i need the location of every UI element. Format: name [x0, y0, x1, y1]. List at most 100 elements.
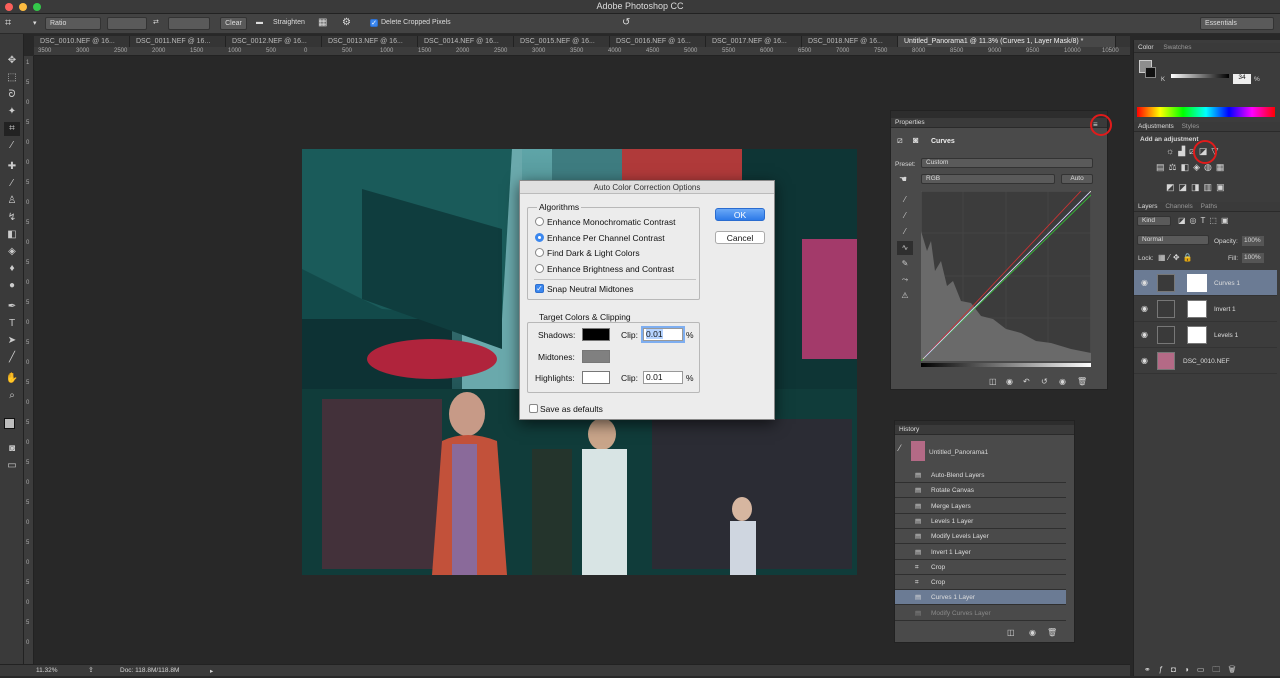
snap-neutral-midtones-checkbox[interactable]: ✓ [535, 284, 544, 293]
highlights-clip-input[interactable]: 0.01 [643, 371, 683, 384]
selective-color-icon[interactable]: ▣ [1216, 182, 1229, 192]
layer-row[interactable]: ◉ Levels 1 [1134, 322, 1277, 348]
algorithm-option-label[interactable]: Find Dark & Light Colors [547, 248, 640, 258]
zoom-tool-icon[interactable]: ⌕ [4, 389, 20, 403]
pencil-icon[interactable]: ✎ [897, 257, 913, 271]
gradient-map-icon[interactable]: ▥ [1204, 182, 1217, 192]
overlay-grid-icon[interactable]: ▦ [318, 17, 327, 28]
eraser-tool-icon[interactable]: ◧ [4, 228, 20, 242]
move-tool-icon[interactable]: ✥ [4, 54, 20, 68]
layer-filter-icons[interactable]: ◪◎T⬚▣ [1178, 216, 1233, 225]
save-as-defaults-checkbox[interactable] [529, 404, 538, 413]
ok-button[interactable]: OK [715, 208, 765, 221]
document-tab[interactable]: DSC_0013.NEF @ 16... [322, 36, 418, 47]
marquee-tool-icon[interactable]: ⬚ [4, 71, 20, 85]
document-tab[interactable]: DSC_0017.NEF @ 16... [706, 36, 802, 47]
layer-mask-thumbnail[interactable] [1187, 300, 1207, 318]
path-selection-tool-icon[interactable]: ➤ [4, 334, 20, 348]
visibility-eye-icon[interactable]: ◉ [1141, 356, 1148, 365]
history-state-item[interactable]: ▤ Modify Levels Layer [895, 529, 1066, 545]
swatches-tab[interactable]: Swatches [1163, 44, 1191, 51]
visibility-eye-icon[interactable]: ◉ [1059, 377, 1066, 386]
document-tab[interactable]: DSC_0012.NEF @ 16... [226, 36, 322, 47]
layer-mask-thumbnail[interactable] [1187, 326, 1207, 344]
color-tab[interactable]: Color [1138, 44, 1154, 51]
algorithm-option-label[interactable]: Enhance Monochromatic Contrast [547, 217, 676, 227]
view-previous-icon[interactable]: ◉ [1006, 377, 1013, 386]
midtones-color-swatch[interactable] [582, 350, 610, 363]
document-tab[interactable]: DSC_0016.NEF @ 16... [610, 36, 706, 47]
share-icon[interactable]: ⇪ [88, 666, 94, 674]
shadows-clip-input[interactable]: 0.01 [643, 328, 683, 341]
brightness-icon[interactable]: ☼ [1166, 146, 1178, 156]
history-state-item[interactable]: ▤ Rotate Canvas [895, 483, 1066, 499]
brush-tool-icon[interactable]: ⁄ [4, 177, 20, 191]
properties-tab[interactable]: Properties [891, 118, 1107, 128]
panel-drag-bar[interactable] [891, 111, 1107, 118]
crop-tool-icon[interactable]: ⌗ [5, 17, 11, 30]
black-white-icon[interactable]: ◧ [1181, 162, 1194, 172]
color-spectrum-bar[interactable] [1137, 107, 1275, 117]
camera-snapshot-icon[interactable]: ◉ [1029, 628, 1036, 637]
history-state-item[interactable]: ▤ Invert 1 Layer [895, 545, 1066, 560]
paint-bucket-tool-icon[interactable]: ◈ [4, 245, 20, 259]
new-document-from-state-icon[interactable]: ◫ [1007, 628, 1015, 637]
history-state-item[interactable]: ▤ Curves 1 Layer [895, 590, 1066, 606]
algorithm-radio[interactable] [535, 232, 544, 242]
invert-icon[interactable]: ◩ [1166, 182, 1179, 192]
mask-icon[interactable]: ◙ [913, 135, 918, 145]
levels-icon[interactable]: ▟ [1178, 146, 1189, 156]
curve-points-icon[interactable]: ∿ [897, 241, 913, 255]
algorithm-option-label[interactable]: Enhance Brightness and Contrast [547, 264, 674, 274]
curves-graph[interactable] [921, 191, 1091, 361]
trash-icon[interactable]: 🗑 [1047, 628, 1057, 637]
color-lookup-icon[interactable]: ▦ [1216, 162, 1229, 172]
auto-button[interactable]: Auto [1061, 174, 1093, 184]
width-field[interactable] [107, 17, 147, 30]
color-balance-icon[interactable]: ⚖ [1169, 162, 1181, 172]
chevron-down-icon[interactable]: ▾ [33, 19, 37, 27]
reset-icon[interactable]: ↺ [1041, 377, 1048, 386]
sample-gray-eyedropper-icon[interactable]: ⁄ [897, 209, 913, 223]
magic-wand-tool-icon[interactable]: ✦ [4, 105, 20, 119]
document-tab[interactable]: DSC_0010.NEF @ 16... [34, 36, 130, 47]
opacity-value[interactable]: 100% [1242, 236, 1264, 246]
algorithm-radio[interactable] [535, 217, 544, 226]
clear-button[interactable]: Clear [220, 17, 247, 30]
ratio-select[interactable]: Ratio [45, 17, 101, 30]
sample-white-eyedropper-icon[interactable]: ⁄ [897, 225, 913, 239]
channels-tab[interactable]: Channels [1165, 203, 1192, 210]
eyedropper-tool-icon[interactable]: ⁄ [4, 139, 20, 153]
healing-brush-tool-icon[interactable]: ✚ [4, 160, 20, 174]
history-state-item[interactable]: ▤ Auto-Blend Layers [895, 468, 1066, 483]
preset-select[interactable]: Custom [921, 158, 1093, 168]
reset-icon[interactable]: ↺ [622, 17, 630, 28]
history-brush-source-icon[interactable]: ⁄ [899, 443, 901, 453]
posterize-icon[interactable]: ◪ [1179, 182, 1192, 192]
layer-name[interactable]: Levels 1 [1214, 332, 1238, 339]
visibility-eye-icon[interactable]: ◉ [1141, 304, 1148, 313]
layer-row[interactable]: ◉ DSC_0010.NEF [1134, 348, 1277, 374]
foreground-color-swatch[interactable] [4, 418, 15, 429]
visibility-eye-icon[interactable]: ◉ [1141, 278, 1148, 287]
document-tab[interactable]: DSC_0018.NEF @ 16... [802, 36, 898, 47]
algorithm-radio[interactable] [535, 248, 544, 257]
adjustments-tab[interactable]: Adjustments [1138, 123, 1174, 130]
filter-kind-select[interactable]: Kind [1137, 216, 1171, 226]
background-color-chip[interactable] [1145, 67, 1156, 78]
hand-tool-icon[interactable]: ✋ [4, 372, 20, 386]
layer-name[interactable]: DSC_0010.NEF [1183, 358, 1230, 365]
gear-icon[interactable]: ⚙ [342, 17, 351, 28]
styles-tab[interactable]: Styles [1182, 123, 1200, 130]
shadows-color-swatch[interactable] [582, 328, 610, 341]
delete-cropped-checkbox[interactable]: ✓ [370, 19, 378, 27]
history-state-item[interactable]: ▤ Levels 1 Layer [895, 514, 1066, 529]
history-state-item[interactable]: ⌗ Crop [895, 560, 1066, 575]
algorithm-radio[interactable] [535, 263, 544, 273]
k-slider[interactable] [1171, 74, 1229, 78]
pen-tool-icon[interactable]: ✒ [4, 300, 20, 314]
document-tab[interactable]: Untitled_Panorama1 @ 11.3% (Curves 1, La… [898, 36, 1116, 47]
document-tab[interactable]: DSC_0014.NEF @ 16... [418, 36, 514, 47]
algorithm-option-label[interactable]: Enhance Per Channel Contrast [547, 233, 665, 243]
paths-tab[interactable]: Paths [1201, 203, 1218, 210]
